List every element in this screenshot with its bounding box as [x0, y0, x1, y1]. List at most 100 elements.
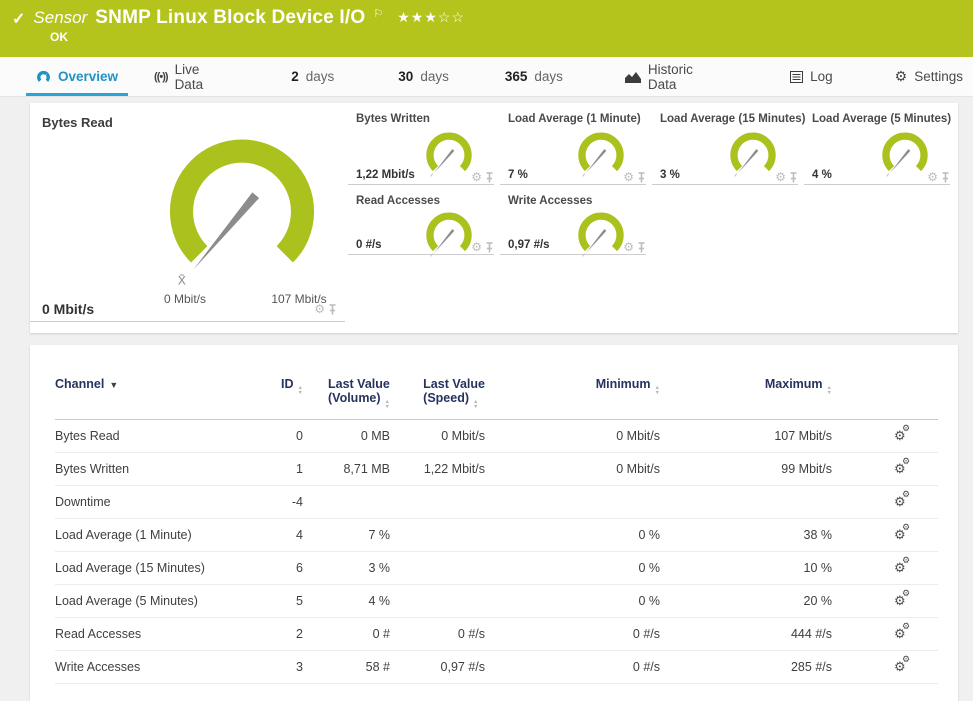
flag-icon[interactable]: ⚐	[373, 7, 383, 20]
cell-id: 4	[240, 519, 303, 552]
cell-id: 2	[240, 618, 303, 651]
gauge-cell-load-average-5-minutes: Load Average (5 Minutes) 4 % ⚙	[804, 111, 950, 185]
tab-label: Historic Data	[648, 62, 722, 92]
column-header-channel[interactable]: Channel▼	[55, 377, 240, 420]
gauge-title: Bytes Read	[42, 115, 113, 130]
gear-icon[interactable]: ⚙	[775, 171, 786, 183]
table-row: Load Average (1 Minute) 4 7 % 0 % 38 % ⚙…	[55, 519, 938, 552]
sort-icon: ▲▼	[385, 400, 390, 410]
table-row: Load Average (15 Minutes) 6 3 % 0 % 10 %…	[55, 552, 938, 585]
channel-settings-icon[interactable]: ⚙⚙	[894, 429, 906, 442]
channel-settings-icon[interactable]: ⚙⚙	[894, 528, 906, 541]
column-label: Minimum	[596, 377, 651, 391]
gauge-title: Load Average (1 Minute)	[508, 113, 641, 125]
channel-settings-icon[interactable]: ⚙⚙	[894, 660, 906, 673]
cell-channel: Load Average (15 Minutes)	[55, 552, 240, 585]
object-kind-label: Sensor	[33, 8, 87, 28]
column-label: Maximum	[765, 377, 823, 391]
table-row: Downtime -4 ⚙⚙	[55, 486, 938, 519]
cell-minimum: 0 #/s	[485, 618, 660, 651]
cell-minimum	[485, 486, 660, 519]
gauge-current-value: 0,97 #/s	[508, 239, 550, 251]
tab-settings[interactable]: ⚙ Settings	[885, 57, 973, 96]
tab-label: days	[420, 69, 449, 84]
table-row: Write Accesses 3 58 # 0,97 #/s 0 #/s 285…	[55, 651, 938, 684]
cell-id: 1	[240, 453, 303, 486]
channel-settings-icon[interactable]: ⚙⚙	[894, 495, 906, 508]
tab-label: Overview	[58, 69, 118, 84]
tab-number: 365	[505, 69, 528, 84]
gauge-cell-read-accesses: Read Accesses 0 #/s ⚙	[348, 193, 494, 255]
cell-maximum: 444 #/s	[660, 618, 832, 651]
cell-last-volume	[303, 486, 390, 519]
pin-icon[interactable]	[941, 172, 950, 183]
tab-365-days[interactable]: 365 days	[495, 57, 573, 96]
channel-settings-icon[interactable]: ⚙⚙	[894, 462, 906, 475]
tab-log[interactable]: Log	[780, 57, 843, 96]
channel-settings-icon[interactable]: ⚙⚙	[894, 594, 906, 607]
channel-settings-icon[interactable]: ⚙⚙	[894, 627, 906, 640]
cell-maximum: 20 %	[660, 585, 832, 618]
cell-channel: Downtime	[55, 486, 240, 519]
tab-bar: Overview ((•)) Live Data 2 days 30 days …	[0, 57, 973, 97]
tab-live-data[interactable]: ((•)) Live Data	[144, 57, 239, 96]
cell-last-speed: 0,97 #/s	[390, 651, 485, 684]
gauge-current-value: 7 %	[508, 169, 528, 181]
gauges-panel: Bytes Read x̄ 0 Mbit/s 107 Mbit/s 0 Mbit…	[30, 103, 958, 333]
cell-last-speed: 0 Mbit/s	[390, 420, 485, 453]
column-header-maximum[interactable]: Maximum▲▼	[660, 377, 832, 420]
cell-channel: Load Average (5 Minutes)	[55, 585, 240, 618]
gear-icon[interactable]: ⚙	[623, 171, 634, 183]
gauge-cell-bytes-read: Bytes Read x̄ 0 Mbit/s 107 Mbit/s 0 Mbit…	[30, 103, 345, 322]
pin-icon[interactable]	[485, 242, 494, 253]
pin-icon[interactable]	[789, 172, 798, 183]
channels-table: Channel▼ ID▲▼ Last Value (Volume) ▲▼ Last …	[55, 377, 938, 684]
channel-settings-icon[interactable]: ⚙⚙	[894, 561, 906, 574]
cell-maximum: 99 Mbit/s	[660, 453, 832, 486]
gauge-min-label: 0 Mbit/s	[145, 292, 225, 306]
gauge-title: Bytes Written	[356, 113, 430, 125]
column-label: (Volume)	[328, 391, 381, 405]
gear-icon[interactable]: ⚙	[471, 171, 482, 183]
gear-icon[interactable]: ⚙	[314, 303, 325, 315]
cell-id: -4	[240, 486, 303, 519]
cell-maximum: 107 Mbit/s	[660, 420, 832, 453]
cell-channel: Read Accesses	[55, 618, 240, 651]
column-header-id[interactable]: ID▲▼	[240, 377, 303, 420]
column-label: (Speed)	[423, 391, 469, 405]
column-header-last-value-speed[interactable]: Last Value(Speed)▲▼	[390, 377, 485, 420]
tab-label: Log	[810, 69, 833, 84]
cell-minimum: 0 Mbit/s	[485, 453, 660, 486]
average-marker: x̄	[178, 271, 186, 289]
cell-last-speed	[390, 486, 485, 519]
tab-30-days[interactable]: 30 days	[388, 57, 459, 96]
tab-historic-data[interactable]: Historic Data	[615, 57, 732, 96]
column-header-last-value-volume[interactable]: Last Value(Volume)▲▼	[303, 377, 390, 420]
gear-icon[interactable]: ⚙	[471, 241, 482, 253]
cell-channel: Write Accesses	[55, 651, 240, 684]
pin-icon[interactable]	[637, 172, 646, 183]
sort-icon: ▲▼	[655, 386, 660, 396]
tab-2-days[interactable]: 2 days	[281, 57, 344, 96]
cell-minimum: 0 %	[485, 519, 660, 552]
table-header-row: Channel▼ ID▲▼ Last Value (Volume) ▲▼ Last …	[55, 377, 938, 420]
gear-icon[interactable]: ⚙	[623, 241, 634, 253]
cell-channel: Bytes Read	[55, 420, 240, 453]
cell-last-volume: 7 %	[303, 519, 390, 552]
pin-icon[interactable]	[328, 304, 337, 315]
pin-icon[interactable]	[485, 172, 494, 183]
gauge-title: Load Average (15 Minutes)	[660, 113, 806, 125]
gauge-cell-write-accesses: Write Accesses 0,97 #/s ⚙	[500, 193, 646, 255]
column-label: Last Value	[423, 377, 485, 391]
cell-last-volume: 8,71 MB	[303, 453, 390, 486]
log-icon	[790, 71, 803, 83]
pin-icon[interactable]	[637, 242, 646, 253]
cell-id: 5	[240, 585, 303, 618]
tab-overview[interactable]: Overview	[26, 57, 128, 96]
column-header-minimum[interactable]: Minimum ▲▼	[485, 377, 660, 420]
cell-last-volume: 3 %	[303, 552, 390, 585]
priority-stars[interactable]: ★★★☆☆	[397, 9, 465, 26]
channels-panel: Channel▼ ID▲▼ Last Value (Volume) ▲▼ Last …	[30, 345, 958, 701]
gear-icon[interactable]: ⚙	[927, 171, 938, 183]
tab-label: days	[534, 69, 563, 84]
